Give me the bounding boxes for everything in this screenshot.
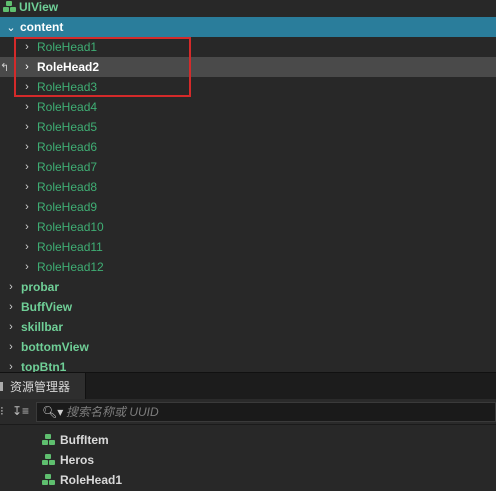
node-label: RoleHead3 xyxy=(37,80,98,94)
node-label: BuffView xyxy=(21,300,73,314)
tree-row-uiview[interactable]: UIView xyxy=(0,0,496,17)
tree-row-buffview[interactable]: › BuffView xyxy=(0,297,496,317)
tree-row-rolehead[interactable]: › RoleHead12 xyxy=(0,257,496,277)
node-label: RoleHead2 xyxy=(37,60,100,74)
asset-label: Heros xyxy=(60,453,95,467)
tab-label: 资源管理器 xyxy=(10,380,71,394)
chevron-right-icon[interactable]: › xyxy=(22,161,32,173)
asset-item-buffitem[interactable]: BuffItem xyxy=(42,430,109,450)
asset-label: RoleHead1 xyxy=(60,473,123,487)
tree-row-rolehead[interactable]: › RoleHead11 xyxy=(0,237,496,257)
add-icon[interactable]: ⁝ xyxy=(0,404,4,418)
node-label: RoleHead8 xyxy=(37,180,98,194)
tree-row-rolehead[interactable]: › RoleHead5 xyxy=(0,117,496,137)
tree-row-rolehead[interactable]: › RoleHead4 xyxy=(0,97,496,117)
chevron-right-icon[interactable]: › xyxy=(22,101,32,113)
node-label: RoleHead11 xyxy=(37,240,103,254)
tree-row-topbtn1[interactable]: › topBtn1 xyxy=(0,357,496,372)
tree-row-rolehead[interactable]: › RoleHead7 xyxy=(0,157,496,177)
node-icon xyxy=(3,1,16,13)
search-input[interactable] xyxy=(64,404,495,420)
node-label: content xyxy=(20,20,64,34)
chevron-down-icon[interactable]: ⌄ xyxy=(6,21,16,34)
tree-row-rolehead[interactable]: › RoleHead1 xyxy=(0,37,496,57)
tree-row-rolehead[interactable]: › RoleHead9 xyxy=(0,197,496,217)
node-label: bottomView xyxy=(21,340,89,354)
node-label: RoleHead5 xyxy=(37,120,98,134)
node-label: UIView xyxy=(19,0,59,14)
chevron-right-icon[interactable]: › xyxy=(22,261,32,273)
hierarchy-panel: UIView ⌄ content › RoleHead1 › RoleHead2… xyxy=(0,0,496,372)
tree-row-rolehead[interactable]: › RoleHead6 xyxy=(0,137,496,157)
node-label: RoleHead1 xyxy=(37,40,98,54)
chevron-right-icon[interactable]: › xyxy=(22,61,32,73)
node-label: RoleHead7 xyxy=(37,160,98,174)
tree-row-probar[interactable]: › probar xyxy=(0,277,496,297)
tree-row-rolehead[interactable]: › RoleHead8 xyxy=(0,177,496,197)
asset-item-heros[interactable]: Heros xyxy=(42,450,94,470)
chevron-right-icon[interactable]: › xyxy=(22,141,32,153)
tree-row-bottomview[interactable]: › bottomView xyxy=(0,337,496,357)
node-label: RoleHead12 xyxy=(37,260,104,274)
node-label: RoleHead10 xyxy=(37,220,104,234)
panel-grip-icon xyxy=(0,382,5,391)
asset-item-rolehead1[interactable]: RoleHead1 xyxy=(42,470,122,490)
prefab-icon xyxy=(42,434,55,446)
asset-label: BuffItem xyxy=(60,433,109,447)
drag-cursor-icon: ↰ xyxy=(0,62,10,74)
node-label: RoleHead9 xyxy=(37,200,98,214)
chevron-right-icon[interactable]: › xyxy=(22,81,32,93)
prefab-icon xyxy=(42,454,55,466)
chevron-right-icon[interactable]: › xyxy=(22,181,32,193)
chevron-right-icon[interactable]: › xyxy=(6,361,16,372)
chevron-right-icon[interactable]: › xyxy=(22,201,32,213)
chevron-right-icon[interactable]: › xyxy=(22,241,32,253)
tree-row-rolehead[interactable]: › RoleHead10 xyxy=(0,217,496,237)
chevron-right-icon[interactable]: › xyxy=(22,41,32,53)
node-label: RoleHead4 xyxy=(37,100,98,114)
tree-row-rolehead-selected[interactable]: › RoleHead2 xyxy=(0,57,496,77)
node-label: probar xyxy=(21,280,60,294)
node-label: RoleHead6 xyxy=(37,140,98,154)
chevron-right-icon[interactable]: › xyxy=(6,301,16,313)
tab-assets[interactable]: 资源管理器 xyxy=(0,373,86,400)
assets-list: BuffItem Heros RoleHead1 xyxy=(0,425,496,491)
assets-toolbar: ⁝ ↧≡ 🔍︎▾ xyxy=(0,399,496,425)
tree-row-content[interactable]: ⌄ content xyxy=(0,17,496,37)
assets-panel-header: 资源管理器 xyxy=(0,372,496,400)
chevron-right-icon[interactable]: › xyxy=(22,221,32,233)
chevron-right-icon[interactable]: › xyxy=(22,121,32,133)
sort-icon[interactable]: ↧≡ xyxy=(12,404,29,418)
chevron-right-icon[interactable]: › xyxy=(6,321,16,333)
tree-row-rolehead[interactable]: › RoleHead3 xyxy=(0,77,496,97)
chevron-right-icon[interactable]: › xyxy=(6,341,16,353)
search-icon[interactable]: 🔍︎▾ xyxy=(42,405,64,419)
node-label: topBtn1 xyxy=(21,360,67,372)
node-label: skillbar xyxy=(21,320,64,334)
prefab-icon xyxy=(42,474,55,486)
search-box[interactable]: 🔍︎▾ xyxy=(36,402,496,422)
chevron-right-icon[interactable]: › xyxy=(6,281,16,293)
tree-row-skillbar[interactable]: › skillbar xyxy=(0,317,496,337)
